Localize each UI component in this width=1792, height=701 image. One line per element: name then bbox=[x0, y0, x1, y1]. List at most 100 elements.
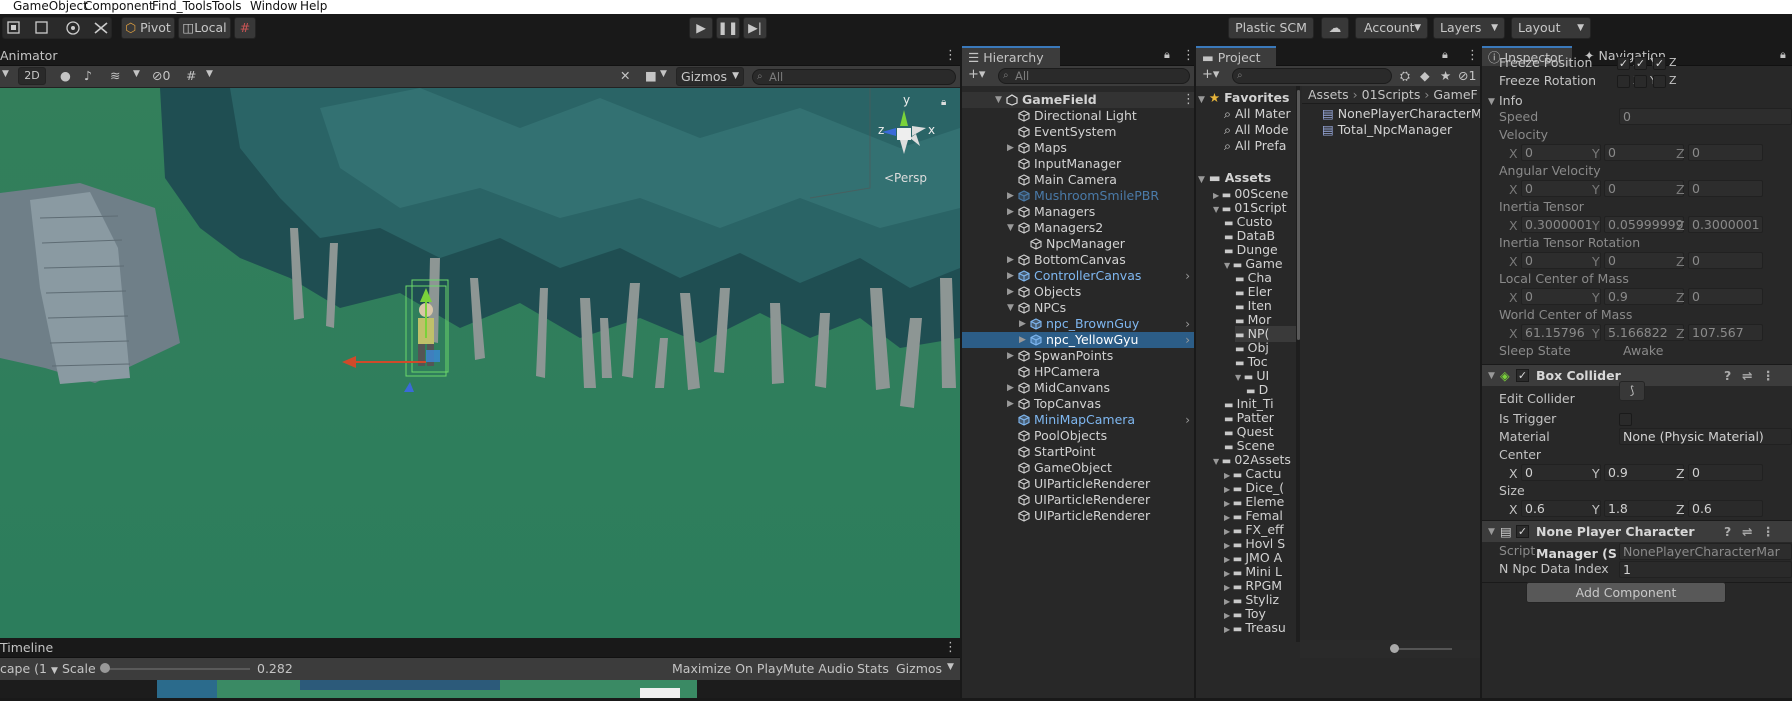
favorite-item[interactable]: ⌕ All Mode bbox=[1224, 122, 1296, 138]
hierarchy-item[interactable]: Main Camera bbox=[962, 172, 1194, 188]
filter-type-icon[interactable]: ⛭ bbox=[1400, 68, 1410, 84]
npc-manager-header[interactable]: ▼ ▤ ✓ None Player Character Manager (S? ⇌ ⋮ bbox=[1482, 520, 1792, 561]
size-x-field[interactable]: 0.6 bbox=[1521, 500, 1601, 517]
assets-root[interactable]: ▼ ▬ Assets bbox=[1198, 170, 1296, 186]
hierarchy-item[interactable]: StartPoint bbox=[962, 444, 1194, 460]
hierarchy-item[interactable]: ▶ Objects bbox=[962, 284, 1194, 300]
chevron-down-icon[interactable]: ▼ bbox=[133, 69, 140, 79]
layout-dropdown[interactable]: Layout ▼ bbox=[1511, 17, 1591, 39]
collapse-arrow-icon[interactable]: ▼ bbox=[1488, 94, 1495, 110]
collapse-arrow-icon[interactable]: ▼ bbox=[1007, 220, 1014, 236]
file-item[interactable]: ▤ Total_NpcManager bbox=[1322, 122, 1480, 138]
freeze-rotation-z-checkbox[interactable] bbox=[1653, 75, 1666, 88]
tab-animator[interactable]: Animator bbox=[0, 46, 57, 66]
step-button[interactable]: ▶| bbox=[743, 17, 767, 39]
hierarchy-item[interactable]: ▼ Managers2 bbox=[962, 220, 1194, 236]
collapse-arrow-icon[interactable]: ▼ bbox=[1213, 205, 1222, 214]
toggle-2d-button[interactable]: 2D bbox=[18, 67, 46, 85]
preset-icon[interactable]: ⇌ bbox=[1742, 365, 1752, 387]
favorites-header[interactable]: ▼ ★ Favorites bbox=[1198, 90, 1296, 106]
grid-snap-button[interactable]: # bbox=[234, 17, 256, 39]
breadcrumb-01scripts[interactable]: 01Scripts bbox=[1362, 87, 1421, 102]
expand-arrow-icon[interactable]: ▶ bbox=[1007, 268, 1014, 284]
account-dropdown[interactable]: Account ▼ bbox=[1355, 17, 1428, 39]
hierarchy-item[interactable]: PoolObjects bbox=[962, 428, 1194, 444]
hierarchy-item[interactable]: ▶ SpwanPoints bbox=[962, 348, 1194, 364]
hierarchy-item[interactable]: ▶ Managers bbox=[962, 204, 1194, 220]
expand-arrow-icon[interactable]: ▶ bbox=[1224, 569, 1233, 578]
hierarchy-item[interactable]: ▶ MushroomSmilePBR bbox=[962, 188, 1194, 204]
layers-dropdown[interactable]: Layers ▼ bbox=[1433, 17, 1505, 39]
hierarchy-item[interactable]: ▶ TopCanvas bbox=[962, 396, 1194, 412]
expand-arrow-icon[interactable]: ▶ bbox=[1224, 611, 1233, 620]
expand-arrow-icon[interactable]: ▶ bbox=[1019, 332, 1026, 348]
icon-size-slider-handle[interactable] bbox=[1390, 644, 1399, 653]
size-z-field[interactable]: 0.6 bbox=[1688, 500, 1763, 517]
hierarchy-item[interactable]: MiniMapCamera › bbox=[962, 412, 1194, 428]
collapse-arrow-icon[interactable]: ▼ bbox=[1213, 457, 1222, 466]
open-prefab-icon[interactable]: › bbox=[1185, 412, 1190, 428]
hierarchy-item[interactable]: HPCamera bbox=[962, 364, 1194, 380]
icon-size-slider[interactable] bbox=[1392, 648, 1452, 650]
lock-icon[interactable]: 🔒︎ bbox=[1780, 48, 1786, 62]
menu-tools[interactable]: Tools bbox=[212, 0, 242, 12]
chevron-down-icon[interactable]: ▼ bbox=[660, 69, 667, 79]
hidden-packages-icon[interactable]: ⊘1 bbox=[1458, 68, 1476, 83]
project-search-input[interactable]: ⌕ bbox=[1232, 68, 1392, 84]
expand-arrow-icon[interactable]: ▶ bbox=[1224, 597, 1233, 606]
menu-window[interactable]: Window bbox=[250, 0, 297, 12]
collapse-arrow-icon[interactable]: ▼ bbox=[1224, 261, 1233, 270]
kebab-menu-icon[interactable]: ⋮ bbox=[1762, 521, 1775, 543]
tree-scrollbar-thumb[interactable] bbox=[1297, 90, 1300, 340]
hierarchy-item[interactable]: ▶ BottomCanvas bbox=[962, 252, 1194, 268]
expand-arrow-icon[interactable]: ▶ bbox=[1224, 471, 1233, 480]
hierarchy-item[interactable]: UIParticleRenderer bbox=[962, 476, 1194, 492]
center-x-field[interactable]: 0 bbox=[1521, 464, 1601, 481]
hierarchy-search-input[interactable]: ⌕ All bbox=[998, 68, 1190, 84]
expand-arrow-icon[interactable]: ▶ bbox=[1007, 204, 1014, 220]
expand-arrow-icon[interactable]: ▶ bbox=[1224, 541, 1233, 550]
open-prefab-icon[interactable]: › bbox=[1185, 332, 1190, 348]
lock-icon[interactable]: 🔒︎ bbox=[1442, 48, 1448, 62]
expand-arrow-icon[interactable]: ▶ bbox=[1224, 583, 1233, 592]
plastic-scm-button[interactable]: Plastic SCM bbox=[1228, 17, 1314, 39]
hierarchy-scene-root[interactable]: ▼ GameField ⋮ bbox=[962, 92, 1195, 108]
folder-item[interactable]: ▶ ▬ Treasu bbox=[1224, 620, 1296, 636]
kebab-menu-icon[interactable]: ⋮ bbox=[944, 48, 957, 63]
add-icon[interactable]: +▾ bbox=[1202, 67, 1219, 82]
center-y-field[interactable]: 0.9 bbox=[1604, 464, 1684, 481]
expand-arrow-icon[interactable]: ▶ bbox=[1007, 284, 1014, 300]
expand-arrow-icon[interactable]: ▶ bbox=[1224, 555, 1233, 564]
freeze-rotation-y-checkbox[interactable] bbox=[1634, 75, 1647, 88]
expand-arrow-icon[interactable]: ▼ bbox=[995, 92, 1002, 108]
kebab-menu-icon[interactable]: ⋮ bbox=[1182, 92, 1195, 108]
collapse-arrow-icon[interactable]: ▼ bbox=[1488, 365, 1495, 387]
label-icon[interactable]: ◆ bbox=[1420, 68, 1430, 83]
lock-icon[interactable]: 🔒︎ bbox=[1164, 48, 1170, 62]
grid-icon[interactable]: # bbox=[186, 68, 196, 83]
collapse-arrow-icon[interactable]: ▼ bbox=[1488, 521, 1495, 543]
expand-arrow-icon[interactable]: ▶ bbox=[1007, 252, 1014, 268]
kebab-menu-icon[interactable]: ⋮ bbox=[944, 640, 957, 655]
expand-arrow-icon[interactable]: ▶ bbox=[1007, 348, 1014, 364]
kebab-menu-icon[interactable]: ⋮ bbox=[1466, 48, 1479, 63]
hierarchy-item[interactable]: ▶ npc_BrownGuy › bbox=[962, 316, 1194, 332]
hierarchy-item[interactable]: InputManager bbox=[962, 156, 1194, 172]
help-icon[interactable]: ? bbox=[1724, 365, 1731, 387]
center-z-field[interactable]: 0 bbox=[1688, 464, 1763, 481]
hidden-objects-icon[interactable]: ⊘0 bbox=[152, 68, 170, 83]
hierarchy-item[interactable]: ▶ npc_YellowGyu › bbox=[962, 332, 1194, 348]
stats-toggle[interactable]: Stats bbox=[857, 661, 889, 676]
help-icon[interactable]: ? bbox=[1724, 521, 1731, 543]
hierarchy-item[interactable]: NpcManager bbox=[962, 236, 1194, 252]
audio-icon[interactable]: ♪ bbox=[84, 68, 92, 83]
expand-arrow-icon[interactable]: ▶ bbox=[1224, 527, 1233, 536]
mute-audio-toggle[interactable]: Mute Audio bbox=[783, 661, 854, 676]
collapse-arrow-icon[interactable]: ▼ bbox=[1235, 373, 1244, 382]
collapse-arrow-icon[interactable]: ▼ bbox=[1007, 300, 1014, 316]
component-enabled-checkbox[interactable]: ✓ bbox=[1516, 525, 1529, 538]
expand-arrow-icon[interactable]: ▶ bbox=[1007, 140, 1014, 156]
hierarchy-item[interactable]: ▼ NPCs bbox=[962, 300, 1194, 316]
add-component-button[interactable]: Add Component bbox=[1526, 582, 1726, 603]
expand-arrow-icon[interactable]: ▶ bbox=[1224, 485, 1233, 494]
